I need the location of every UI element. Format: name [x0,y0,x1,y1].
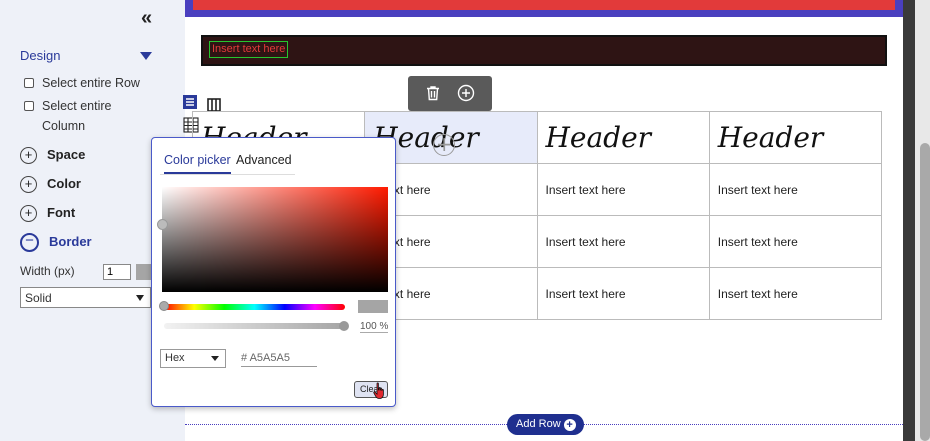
border-style-value: Solid [25,291,52,305]
expand-plus-icon: + [20,176,37,194]
select-column-checkbox[interactable] [24,101,34,111]
space-section[interactable]: + Space [20,146,86,165]
select-column-label-1: Select entire [42,99,112,113]
saturation-handle[interactable] [157,219,168,230]
top-banner-red-strip [193,0,895,10]
tab-divider [160,174,295,175]
alpha-handle[interactable] [339,321,349,331]
select-row-label: Select entire Row [42,76,140,90]
select-column-option[interactable]: Select entire [24,96,111,116]
header-cell[interactable]: Header [708,111,883,164]
table-cell[interactable]: Insert text here [708,163,883,216]
table-cell[interactable]: Insert text here [536,267,710,320]
select-row-option[interactable]: Select entire Row [24,73,140,93]
add-content-plus-icon[interactable]: + [433,134,456,156]
border-section[interactable]: − Border [20,233,92,253]
cell-toolbar [408,76,492,111]
border-style-select[interactable]: Solid [20,287,151,308]
color-picker-popup: Color picker Advanced 100 % Hex Clear [151,137,396,407]
table-cell[interactable]: Insert text here [536,215,710,268]
design-section-title[interactable]: Design [20,48,60,63]
caret-down-icon[interactable] [140,52,152,60]
table-cell[interactable]: Insert text here [708,267,883,320]
tab-color-picker[interactable]: Color picker [164,153,231,174]
dropdown-arrow-icon [211,356,219,361]
collapse-minus-icon: − [20,233,39,253]
font-section[interactable]: + Font [20,204,76,223]
table-cell[interactable]: Insert text here [708,215,883,268]
select-row-checkbox[interactable] [24,78,34,88]
saturation-value-area[interactable] [162,187,388,292]
hue-slider[interactable] [164,304,345,310]
hand-pointer-icon [373,382,384,399]
border-label: Border [49,234,92,249]
alpha-value[interactable]: 100 % [360,321,389,333]
trash-icon[interactable] [424,84,442,102]
color-preview-swatch [358,300,388,313]
dropdown-arrow-icon [136,295,144,301]
space-label: Space [47,147,86,162]
border-color-swatch[interactable] [136,264,152,280]
alpha-slider[interactable] [164,323,345,329]
tab-advanced[interactable]: Advanced [236,153,292,167]
select-column-label-2: Column [42,119,86,133]
color-label: Color [47,176,81,191]
table-cell[interactable]: Insert text here [536,163,710,216]
hex-color-input[interactable] [241,350,317,367]
font-label: Font [47,205,76,220]
color-format-select[interactable]: Hex [160,349,226,368]
color-section[interactable]: + Color [20,175,81,194]
top-banner [185,0,903,17]
collapse-sidebar-icon[interactable]: « [141,8,152,28]
scrollbar-thumb[interactable] [920,143,930,441]
row-menu-icon[interactable] [183,95,197,109]
expand-plus-icon: + [20,205,37,223]
header-cell[interactable]: Header [536,111,710,164]
border-width-label: Width (px) [20,264,75,278]
border-width-input[interactable] [103,264,131,280]
add-row-label: Add Row [516,418,561,430]
plus-circle-icon[interactable] [457,84,475,102]
add-row-button[interactable]: Add Row + [507,414,584,435]
hue-handle[interactable] [159,301,169,311]
text-block[interactable]: Insert text here [201,35,887,66]
plus-circle-icon: + [563,419,576,431]
color-format-value: Hex [165,352,185,364]
text-block-placeholder[interactable]: Insert text here [209,41,289,58]
columns-icon[interactable] [207,98,221,112]
expand-plus-icon: + [20,147,37,165]
